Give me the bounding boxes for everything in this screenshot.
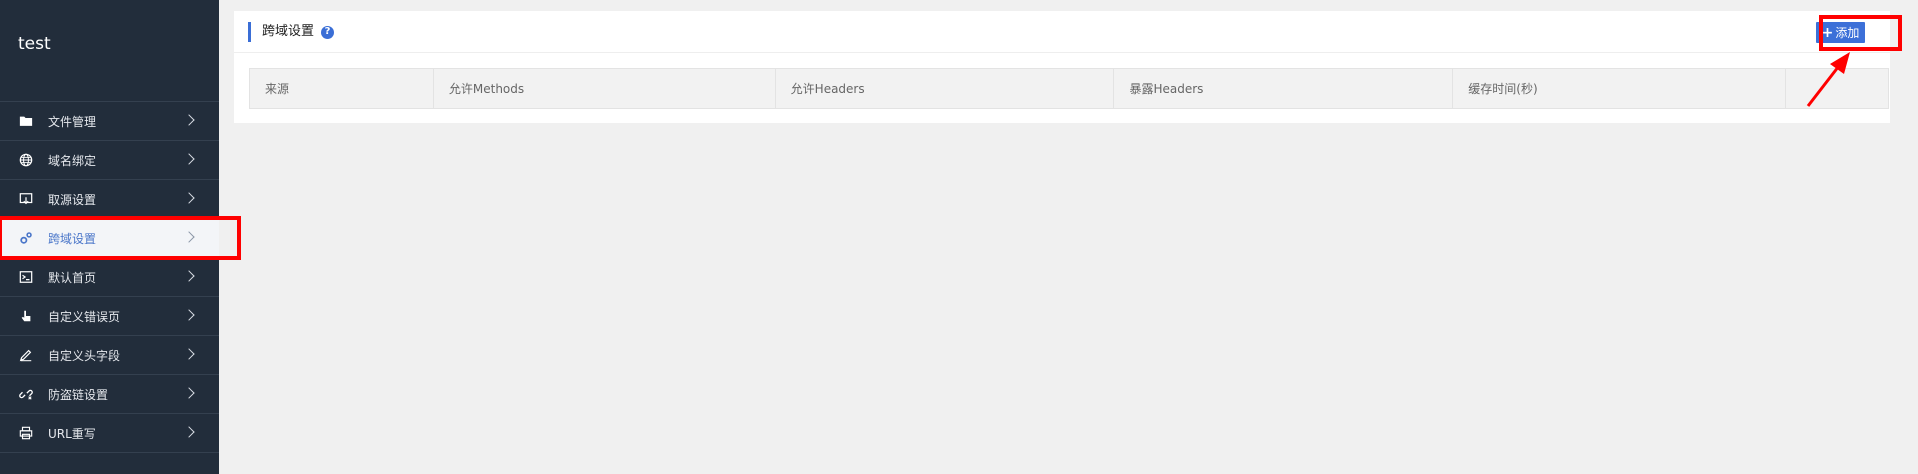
page-title-text: 跨域设置 (262, 24, 315, 39)
column-header-origin: 来源 (249, 68, 434, 109)
origin-icon (18, 191, 34, 207)
table-header-row: 来源 允许Methods 允许Headers 暴露Headers 缓存时间(秒) (249, 68, 1889, 109)
sidebar-item-hotlink-protection[interactable]: 防盗链设置 (0, 375, 219, 414)
link-icon (18, 386, 34, 402)
annotation-arrow-icon (1806, 52, 1850, 107)
column-header-allow-methods: 允许Methods (432, 68, 776, 109)
printer-icon (18, 425, 34, 441)
help-icon[interactable]: ? (321, 25, 335, 39)
sidebar-item-custom-error-page[interactable]: 自定义错误页 (0, 297, 219, 336)
folder-icon (18, 113, 34, 129)
cors-panel: 跨域设置 ? + 添加 来源 允许Methods 允许Headers 暴露Hea… (234, 11, 1890, 123)
gears-icon (18, 230, 34, 246)
sidebar-item-url-rewrite[interactable]: URL重写 (0, 414, 219, 453)
sidebar-item-origin-settings[interactable]: 取源设置 (0, 180, 219, 219)
panel-header: 跨域设置 ? + 添加 (234, 11, 1890, 53)
sidebar-item-custom-headers[interactable]: 自定义头字段 (0, 336, 219, 375)
page-title: 跨域设置 ? (248, 22, 335, 42)
pencil-icon (18, 347, 34, 363)
sidebar-title: test (0, 0, 219, 102)
hand-pointer-icon (18, 308, 34, 324)
column-header-allow-headers: 允许Headers (774, 68, 1115, 109)
sidebar: test 文件管理 域名绑定 取源设置 跨域设置 默认首页 自定义错误页 自定义… (0, 0, 241, 474)
plus-icon: + (1821, 24, 1834, 41)
sidebar-item-domain-binding[interactable]: 域名绑定 (0, 141, 219, 180)
column-header-expose-headers: 暴露Headers (1113, 68, 1454, 109)
sidebar-item-file-management[interactable]: 文件管理 (0, 102, 219, 141)
sidebar-item-default-homepage[interactable]: 默认首页 (0, 258, 219, 297)
add-button[interactable]: + 添加 (1816, 22, 1865, 43)
cors-table: 来源 允许Methods 允许Headers 暴露Headers 缓存时间(秒) (249, 68, 1889, 109)
add-button-label: 添加 (1835, 26, 1860, 40)
globe-icon (18, 152, 34, 168)
terminal-icon (18, 269, 34, 285)
column-header-max-age: 缓存时间(秒) (1452, 68, 1787, 109)
sidebar-item-cors-settings[interactable]: 跨域设置 (0, 216, 241, 260)
